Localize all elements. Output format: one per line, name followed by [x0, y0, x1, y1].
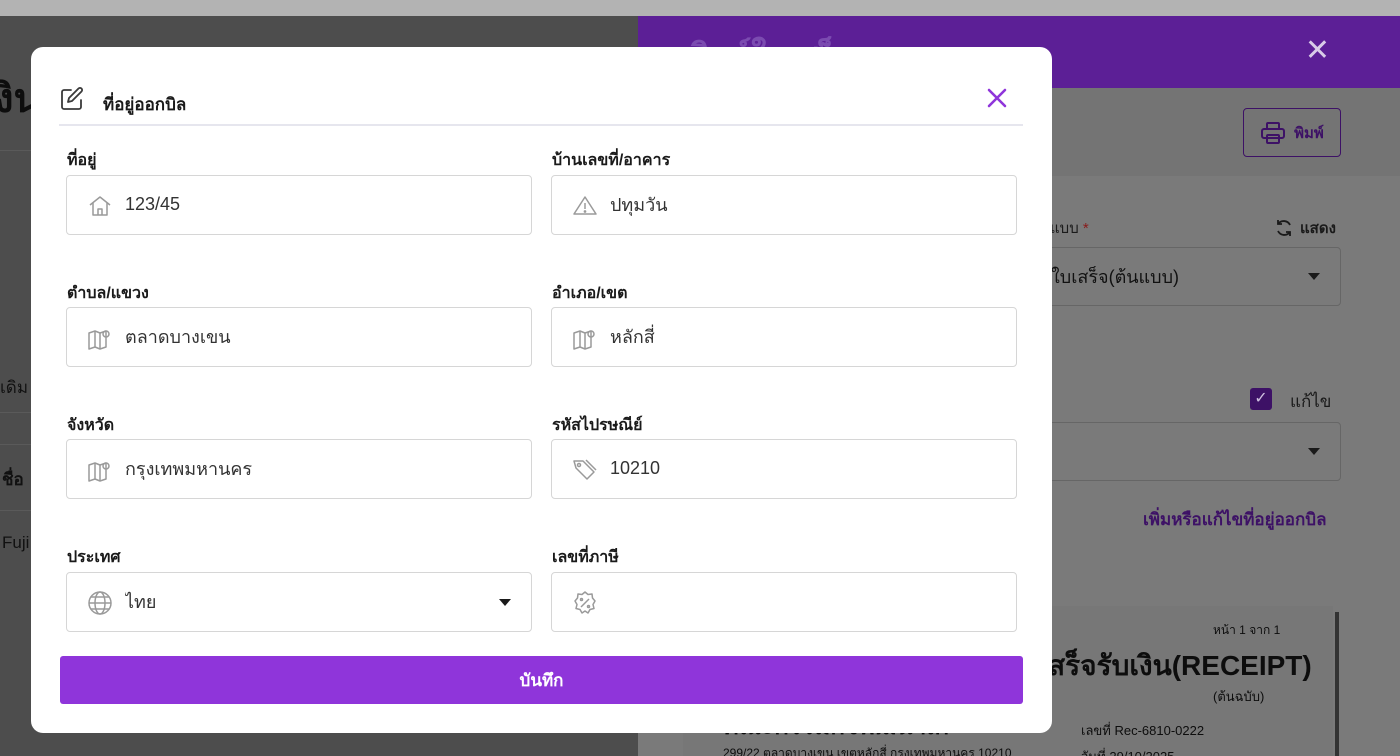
postcode-label: รหัสไปรษณีย์ [552, 417, 643, 434]
address-select[interactable] [1018, 422, 1341, 481]
print-button-label: พิมพ์ [1294, 124, 1324, 142]
chevron-down-icon [499, 599, 511, 606]
map-icon [88, 330, 110, 350]
receipt-title: สร็จรับเงิน(RECEIPT) [1048, 650, 1312, 681]
district-field[interactable] [551, 307, 1017, 367]
postcode-field[interactable] [551, 439, 1017, 499]
chevron-down-icon [1308, 448, 1320, 455]
address-field[interactable] [66, 175, 532, 235]
edit-checkbox[interactable]: ✓ [1250, 388, 1272, 410]
address-label: ที่อยู่ [67, 152, 97, 169]
receipt-number: เลขที่ Rec-6810-0222 [1081, 723, 1205, 738]
edit-icon [61, 87, 83, 110]
table-header-name: ชื่อ [2, 470, 24, 489]
dialog-header: ที่อยู่ออกบิล [59, 82, 1023, 126]
building-label: บ้านเลขที่/อาคาร [552, 152, 671, 169]
subdistrict-field[interactable] [66, 307, 532, 367]
scrollbar[interactable] [1335, 612, 1339, 756]
subdistrict-label: ตำบล/แขวง [67, 285, 149, 302]
building-field[interactable] [551, 175, 1017, 235]
address-input[interactable] [125, 176, 515, 233]
receipt-date: วันที่ 29/10/2025 [1081, 746, 1174, 756]
district-input[interactable] [610, 308, 1000, 365]
building-input[interactable] [610, 176, 1000, 233]
percent-badge-icon [574, 591, 596, 614]
country-select[interactable] [66, 572, 532, 632]
province-field[interactable] [66, 439, 532, 499]
template-select[interactable]: ใบเสร็จ(ต้นแบบ) [1018, 247, 1341, 306]
template-label: แบบ * [1050, 220, 1089, 237]
tax-id-label: เลขที่ภาษี [552, 549, 619, 566]
company-address: 299/22 ตลาดบางเขน เขตหลักสี่ กรุงเทพมหาน… [723, 746, 1012, 756]
province-input[interactable] [125, 440, 515, 497]
printer-icon [1261, 121, 1286, 144]
subdistrict-input[interactable] [125, 308, 515, 365]
refresh-icon [1277, 220, 1291, 236]
close-icon[interactable] [986, 87, 1008, 109]
table-cell: Fuji [2, 533, 30, 552]
province-label: จังหวัด [67, 417, 115, 434]
edit-address-link[interactable]: เพิ่มหรือแก้ไขที่อยู่ออกบิล [1143, 506, 1327, 533]
refresh-button[interactable]: แสดง [1274, 216, 1336, 240]
warning-icon [573, 196, 597, 215]
overlay-top [0, 0, 1400, 16]
postcode-input[interactable] [610, 440, 1000, 497]
page-info: หน้า 1 จาก 1 [1213, 623, 1281, 637]
globe-icon [88, 591, 112, 615]
map-icon [88, 462, 110, 482]
chevron-down-icon [1308, 273, 1320, 280]
dialog-title: ที่อยู่ออกบิล [103, 95, 187, 114]
tag-icon [573, 459, 597, 480]
home-icon [89, 196, 111, 216]
tax-id-field[interactable] [551, 572, 1017, 632]
map-icon [573, 330, 595, 350]
receipt-subtitle: (ต้นฉบับ) [1213, 689, 1265, 704]
background-text: เดิม [0, 378, 29, 397]
panel-close-icon[interactable]: ✕ [1305, 36, 1330, 66]
edit-label: แก้ไข [1290, 392, 1332, 411]
print-button[interactable]: พิมพ์ [1243, 108, 1341, 157]
tax-id-input[interactable] [610, 573, 1000, 630]
district-label: อำเภอ/เขต [552, 285, 628, 302]
country-label: ประเทศ [67, 549, 121, 566]
billing-address-dialog: ที่อยู่ออกบิล ที่อยู่ บ้านเลขที่/อาคาร ต… [31, 47, 1052, 733]
country-value[interactable] [125, 573, 515, 630]
save-button[interactable]: บันทึก [60, 656, 1023, 704]
